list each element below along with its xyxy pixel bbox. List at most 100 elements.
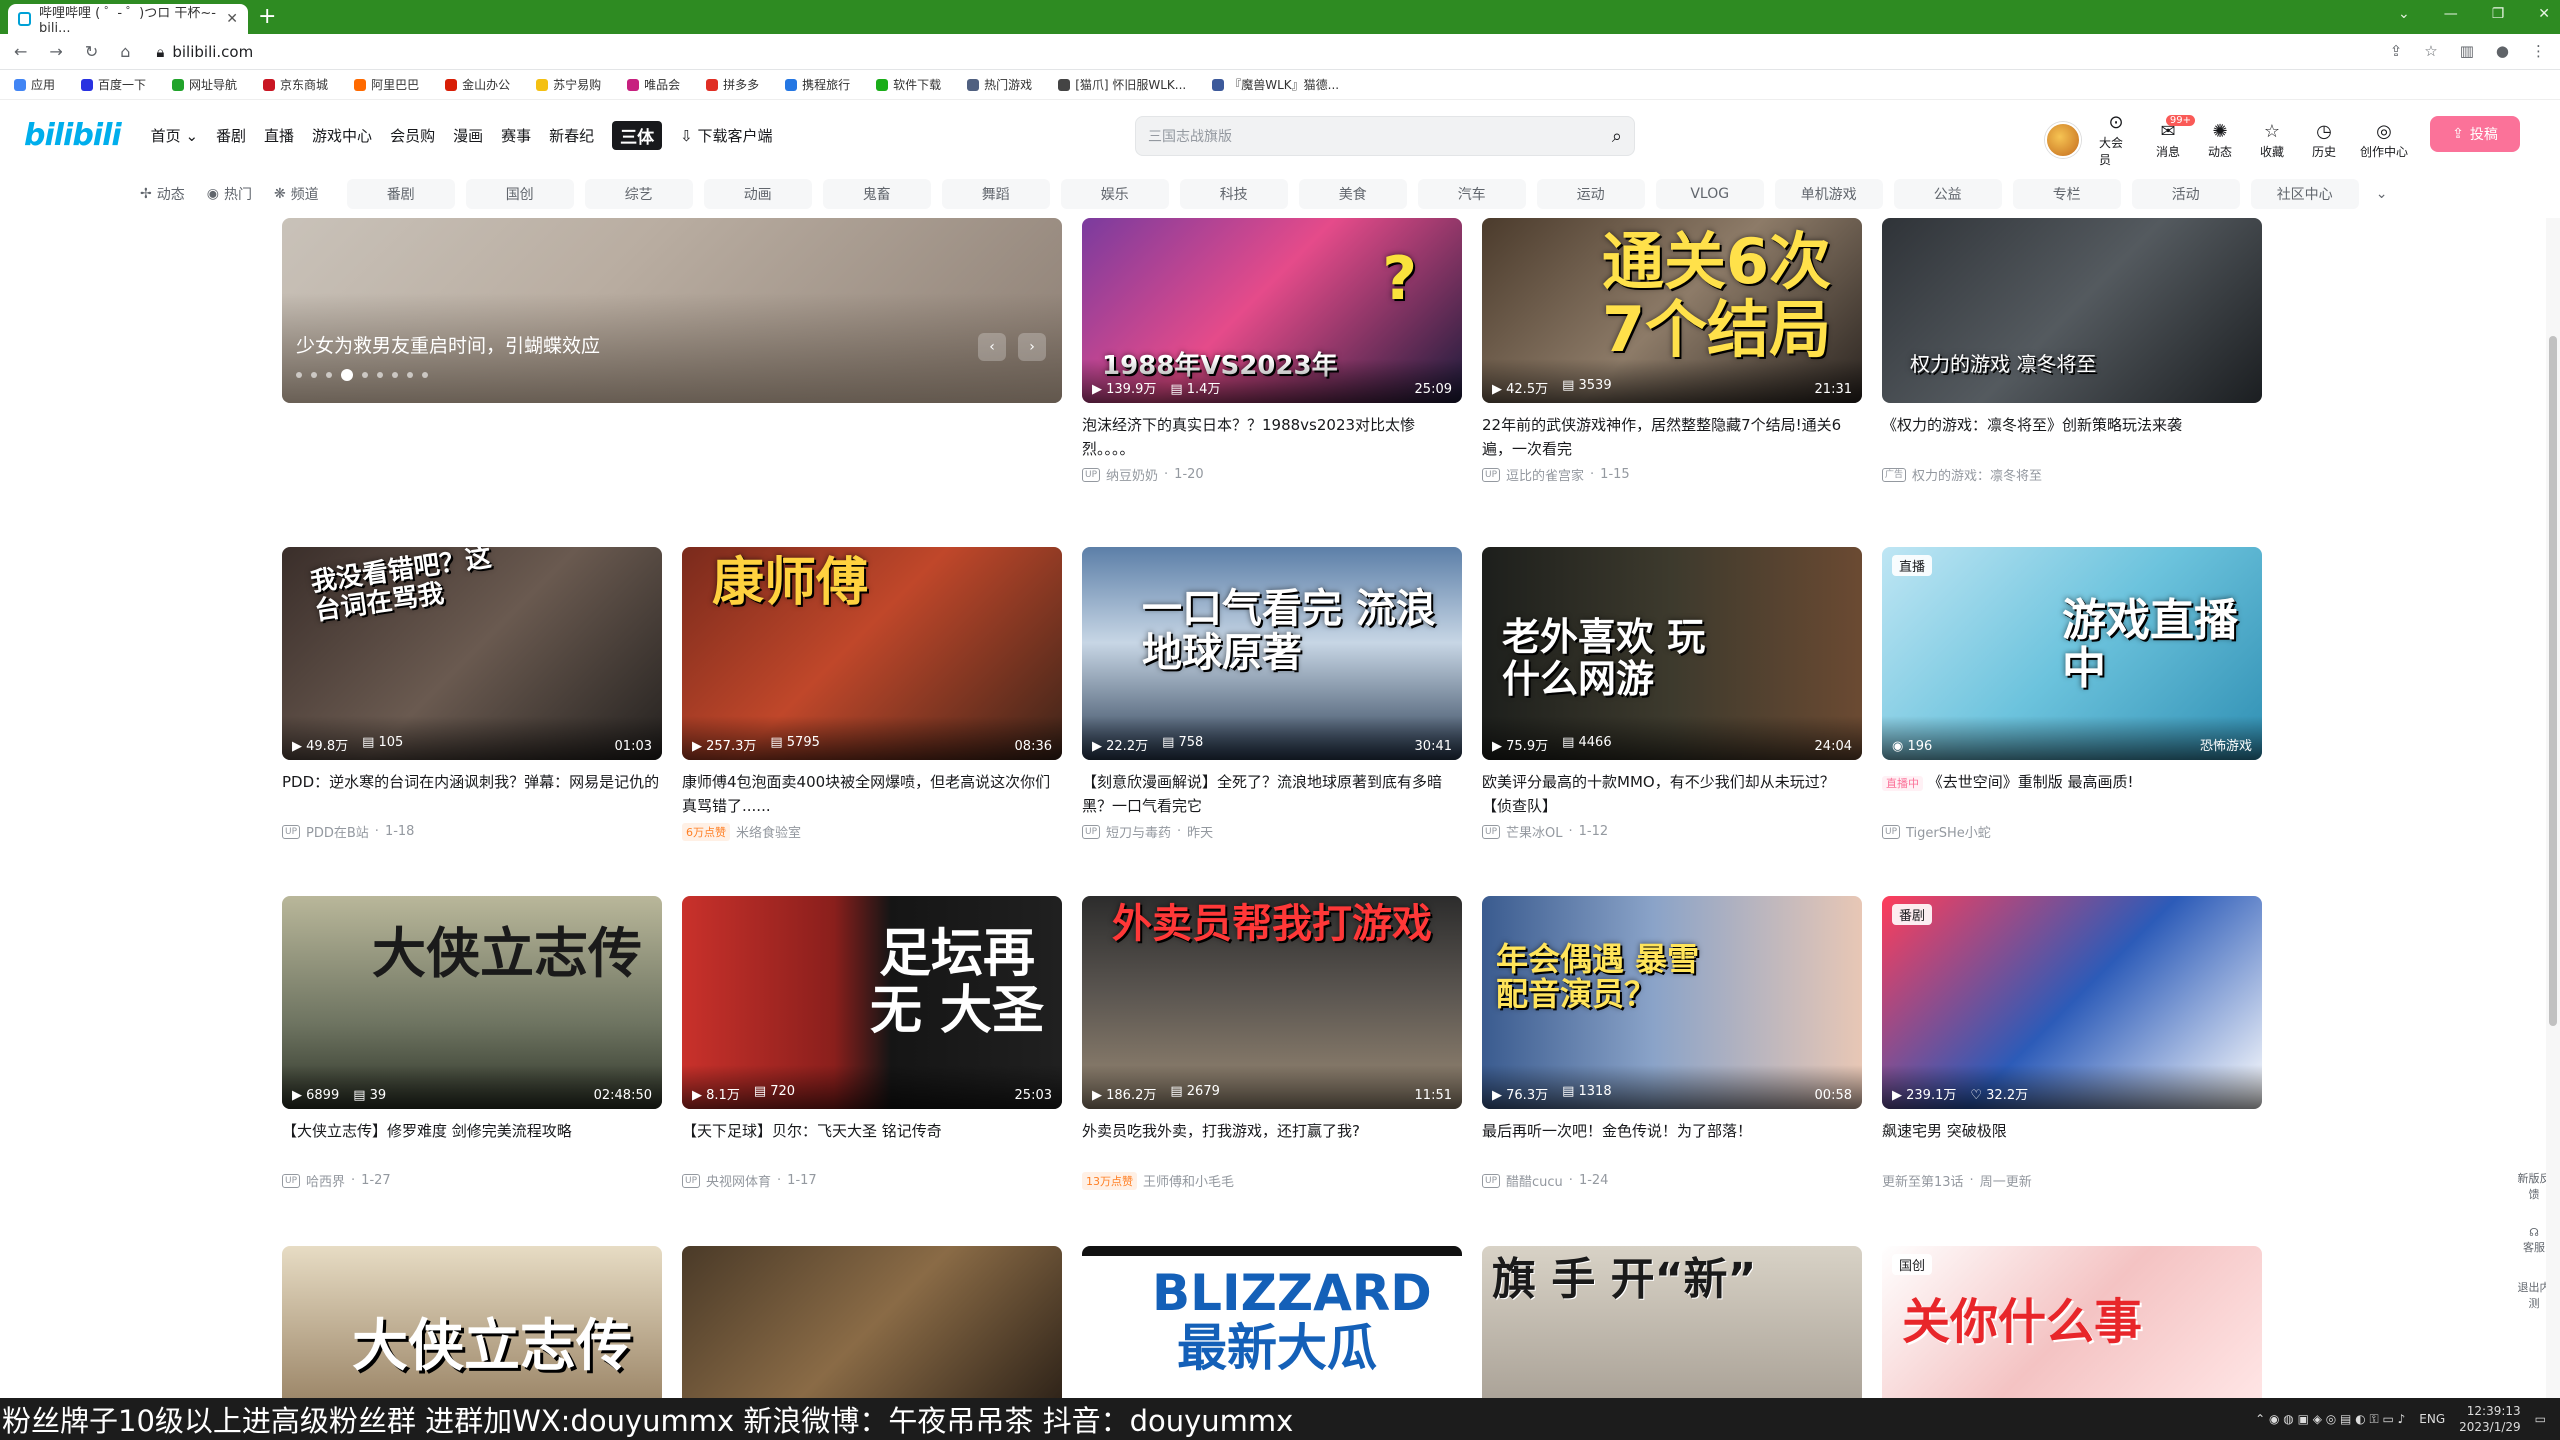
bookmark-item[interactable]: 软件下载 (876, 76, 941, 93)
ad-card[interactable]: 权力的游戏 凛冬将至 《权力的游戏：凛冬将至》创新策略玩法来袭 广告 权力的游戏：… (1882, 218, 2262, 484)
category-item[interactable]: 综艺 (584, 179, 693, 209)
category-item[interactable]: 公益 (1893, 179, 2002, 209)
video-thumbnail[interactable] (682, 1246, 1062, 1400)
video-thumbnail[interactable]: 国创 关你什么事 (1882, 1246, 2262, 1400)
language-indicator[interactable]: ENG (2419, 1412, 2445, 1426)
video-thumbnail[interactable]: 一口气看完 流浪地球原著 ▶ 22.2万 ▤ 758 30:41 (1082, 547, 1462, 760)
tab-search-icon[interactable]: ⌄ (2398, 6, 2410, 22)
close-tab-icon[interactable]: ✕ (226, 11, 238, 27)
chevron-down-icon[interactable]: ⌄ (2376, 186, 2388, 202)
page-scrollbar[interactable] (2546, 218, 2560, 1400)
quick-hot[interactable]: ◉ 热门 (207, 184, 252, 204)
avatar[interactable] (2045, 122, 2081, 158)
quick-channel[interactable]: ❋ 频道 (274, 184, 319, 204)
category-item[interactable]: 美食 (1298, 179, 1407, 209)
live-thumbnail[interactable]: 直播 游戏直播中 ◉ 196 恐怖游戏 (1882, 547, 2262, 760)
notification-icon[interactable]: ▭ (2535, 1412, 2546, 1426)
restore-icon[interactable]: ❐ (2492, 6, 2505, 22)
ad-thumbnail[interactable]: 权力的游戏 凛冬将至 (1882, 218, 2262, 403)
bookmark-item[interactable]: 京东商城 (263, 76, 328, 93)
video-thumbnail[interactable]: BLIZZARD 最新大瓜 (1082, 1246, 1462, 1400)
bookmark-item[interactable]: 携程旅行 (785, 76, 850, 93)
ad-title[interactable]: 《权力的游戏：凛冬将至》创新策略玩法来袭 (1882, 413, 2262, 461)
service-button[interactable]: ☊ 客服 (2523, 1226, 2545, 1255)
forward-icon[interactable]: → (49, 42, 62, 61)
video-card[interactable]: 年会偶遇 暴雪配音演员？ ▶ 76.3万 ▤ 1318 00:58 最后再听一次吧… (1482, 896, 1862, 1190)
video-title[interactable]: 泡沫经济下的真实日本？？1988vs2023对比太惨烈。。。。 (1082, 413, 1462, 461)
browser-tab[interactable]: 哔哩哔哩 ( ゜- ゜)つロ 干杯~-bili... ✕ (8, 4, 248, 36)
sidepanel-icon[interactable]: ▥ (2460, 42, 2474, 60)
video-title[interactable]: 外卖员吃我外卖，打我游戏，还打赢了我? (1082, 1119, 1462, 1167)
video-card[interactable]: 通关6次 7个结局 ▶ 42.5万 ▤ 3539 21:31 22年前的武侠游戏神… (1482, 218, 1862, 484)
clock[interactable]: 12:39:13 2023/1/29 (2459, 1403, 2521, 1435)
video-thumbnail[interactable]: 康师傅 ▶ 257.3万 ▤ 5795 08:36 (682, 547, 1062, 760)
video-thumbnail[interactable]: 足坛再无 大圣 ▶ 8.1万 ▤ 720 25:03 (682, 896, 1062, 1109)
carousel-title[interactable]: 少女为救男友重启时间，引蝴蝶效应 (296, 331, 600, 358)
nav-shop[interactable]: 会员购 (390, 125, 435, 146)
bookmark-item[interactable]: 阿里巴巴 (354, 76, 419, 93)
nav-new-year[interactable]: 新春纪 (549, 125, 594, 146)
video-card[interactable]: 大侠立志传 (282, 1246, 662, 1400)
bangumi-card[interactable]: 番剧 ▶ 239.1万 ♡ 32.2万 飙速宅男 突破极限 更新至第13话 · 周一更… (1882, 896, 2262, 1190)
vip-button[interactable]: ⊙ 大会员 (2099, 112, 2133, 168)
quick-dynamics[interactable]: ✢ 动态 (140, 184, 185, 204)
uploader-name[interactable]: 米络食验室 (736, 822, 801, 841)
category-item[interactable]: 鬼畜 (822, 179, 931, 209)
uploader-name[interactable]: 纳豆奶奶 (1106, 465, 1158, 484)
video-thumbnail[interactable]: 旗 手 开“新” (1482, 1246, 1862, 1400)
bookmark-item[interactable]: 唯品会 (627, 76, 680, 93)
video-thumbnail[interactable]: 通关6次 7个结局 ▶ 42.5万 ▤ 3539 21:31 (1482, 218, 1862, 403)
video-thumbnail[interactable]: 1988年VS2023年 ? ▶ 139.9万▤ 1.4万 25:09 (1082, 218, 1462, 403)
new-tab-icon[interactable]: + (258, 4, 276, 29)
video-card[interactable]: 康师傅 ▶ 257.3万 ▤ 5795 08:36 康师傅4包泡面卖400块被全网… (682, 547, 1062, 841)
upload-button[interactable]: ⇪ 投稿 (2430, 116, 2520, 152)
video-title[interactable]: 欧美评分最高的十款MMO，有不少我们却从未玩过？【侦查队】 (1482, 770, 1862, 818)
search-input[interactable]: 三国志战旗版 ⌕ (1135, 116, 1635, 156)
video-thumbnail[interactable]: 大侠立志传 (282, 1246, 662, 1400)
bookmark-item[interactable]: 『魔兽WLK』猫德... (1212, 76, 1339, 93)
video-title[interactable]: 最后再听一次吧！金色传说！为了部落！ (1482, 1119, 1862, 1167)
category-item[interactable]: VLOG (1655, 179, 1764, 209)
category-item[interactable]: 国创 (465, 179, 574, 209)
video-title[interactable]: 康师傅4包泡面卖400块被全网爆喷，但老高说这次你们真骂错了...... (682, 770, 1062, 818)
bookmark-item[interactable]: 应用 (14, 76, 55, 93)
category-item[interactable]: 社区中心 (2250, 179, 2359, 209)
video-thumbnail[interactable]: 外卖员帮我打游戏 ▶ 186.2万 ▤ 2679 11:51 (1082, 896, 1462, 1109)
minimize-icon[interactable]: — (2444, 6, 2458, 22)
category-item[interactable]: 舞蹈 (941, 179, 1050, 209)
uploader-name[interactable]: PDD在B站 (306, 822, 369, 841)
home-icon[interactable]: ⌂ (120, 42, 130, 61)
video-card[interactable]: 外卖员帮我打游戏 ▶ 186.2万 ▤ 2679 11:51 外卖员吃我外卖，打我… (1082, 896, 1462, 1190)
nav-game-center[interactable]: 游戏中心 (312, 125, 372, 146)
video-thumbnail[interactable]: 我没看错吧？这台词在骂我 ▶ 49.8万 ▤ 105 01:03 (282, 547, 662, 760)
video-card[interactable]: 旗 手 开“新” (1482, 1246, 1862, 1400)
video-title[interactable]: 【刻意欣漫画解说】全死了？流浪地球原著到底有多暗黑？一口气看完它 (1082, 770, 1462, 818)
category-item[interactable]: 动画 (703, 179, 812, 209)
uploader-name[interactable]: 逗比的雀宫家 (1506, 465, 1584, 484)
category-item[interactable]: 娱乐 (1060, 179, 1169, 209)
search-icon[interactable]: ⌕ (1612, 126, 1622, 147)
video-card[interactable] (682, 1246, 1062, 1400)
category-item[interactable]: 活动 (2131, 179, 2240, 209)
bangumi-title[interactable]: 飙速宅男 突破极限 (1882, 1119, 2262, 1167)
banner-carousel[interactable]: 少女为救男友重启时间，引蝴蝶效应 ‹ › (282, 218, 1062, 403)
video-title[interactable]: 【大侠立志传】修罗难度 剑修完美流程攻略 (282, 1119, 662, 1167)
video-thumbnail[interactable]: 老外喜欢 玩什么网游 ▶ 75.9万 ▤ 4466 24:04 (1482, 547, 1862, 760)
video-title[interactable]: 【天下足球】贝尔：飞天大圣 铭记传奇 (682, 1119, 1062, 1167)
favorites-button[interactable]: ☆ 收藏 (2255, 121, 2289, 160)
bookmark-item[interactable]: 苏宁易购 (536, 76, 601, 93)
video-card[interactable]: 1988年VS2023年 ? ▶ 139.9万▤ 1.4万 25:09 泡沫经济… (1082, 218, 1462, 484)
live-title[interactable]: 直播中 《去世空间》重制版 最高画质! (1882, 770, 2262, 818)
share-icon[interactable]: ⇪ (2390, 42, 2403, 60)
video-card[interactable]: 我没看错吧？这台词在骂我 ▶ 49.8万 ▤ 105 01:03 PDD：逆水寒的… (282, 547, 662, 841)
video-thumbnail[interactable]: 年会偶遇 暴雪配音演员？ ▶ 76.3万 ▤ 1318 00:58 (1482, 896, 1862, 1109)
bookmark-item[interactable]: 金山办公 (445, 76, 510, 93)
nav-match[interactable]: 赛事 (501, 125, 531, 146)
video-thumbnail[interactable]: 大侠立志传 ▶ 6899 ▤ 39 02:48:50 (282, 896, 662, 1109)
back-icon[interactable]: ← (14, 42, 27, 61)
category-item[interactable]: 汽车 (1417, 179, 1526, 209)
bilibili-logo[interactable]: bilibili (24, 118, 122, 153)
guochuang-card[interactable]: 国创 关你什么事 (1882, 1246, 2262, 1400)
video-title[interactable]: 22年前的武侠游戏神作，居然整整隐藏7个结局!通关6遍，一次看完 (1482, 413, 1862, 461)
menu-icon[interactable]: ⋮ (2531, 42, 2546, 60)
